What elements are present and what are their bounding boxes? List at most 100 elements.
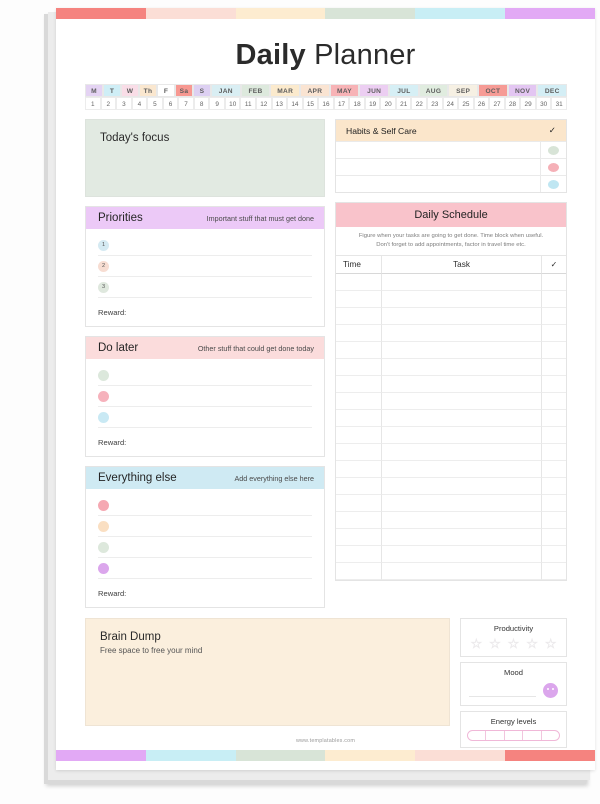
everything-else-row[interactable] bbox=[98, 495, 312, 516]
schedule-cell-task[interactable] bbox=[382, 358, 542, 376]
date-strip-day-s[interactable]: S bbox=[193, 84, 211, 97]
everything-else-row[interactable] bbox=[98, 516, 312, 537]
star-icon[interactable]: ☆ bbox=[470, 637, 482, 651]
schedule-cell-time[interactable] bbox=[336, 494, 382, 512]
schedule-cell-time[interactable] bbox=[336, 409, 382, 427]
do-later-row[interactable] bbox=[98, 386, 312, 407]
do-later-row[interactable] bbox=[98, 407, 312, 428]
schedule-cell-check[interactable] bbox=[542, 478, 566, 495]
star-icon[interactable]: ☆ bbox=[526, 637, 538, 651]
date-strip-month-jun[interactable]: JUN bbox=[359, 84, 390, 97]
schedule-cell-task[interactable] bbox=[382, 562, 542, 580]
date-strip-number-2[interactable]: 2 bbox=[100, 97, 117, 110]
schedule-cell-task[interactable] bbox=[382, 494, 542, 512]
schedule-row[interactable] bbox=[336, 426, 566, 444]
date-strip-month-feb[interactable]: FEB bbox=[240, 84, 271, 97]
date-strip-number-7[interactable]: 7 bbox=[178, 97, 194, 110]
schedule-cell-check[interactable] bbox=[542, 274, 566, 291]
schedule-cell-time[interactable] bbox=[336, 477, 382, 495]
date-strip-day-f[interactable]: F bbox=[157, 84, 175, 97]
date-strip-day-sa[interactable]: Sa bbox=[175, 84, 193, 97]
date-strip-number-14[interactable]: 14 bbox=[287, 97, 303, 110]
date-strip-number-31[interactable]: 31 bbox=[551, 97, 567, 110]
schedule-cell-time[interactable] bbox=[336, 443, 382, 461]
habit-row[interactable] bbox=[336, 158, 566, 175]
schedule-row[interactable] bbox=[336, 392, 566, 410]
schedule-cell-check[interactable] bbox=[542, 342, 566, 359]
schedule-cell-check[interactable] bbox=[542, 444, 566, 461]
schedule-cell-task[interactable] bbox=[382, 460, 542, 478]
schedule-cell-time[interactable] bbox=[336, 375, 382, 393]
schedule-cell-time[interactable] bbox=[336, 273, 382, 291]
date-strip-number-6[interactable]: 6 bbox=[162, 97, 179, 110]
schedule-cell-check[interactable] bbox=[542, 325, 566, 342]
date-strip-number-13[interactable]: 13 bbox=[271, 97, 288, 110]
date-strip-month-mar[interactable]: MAR bbox=[270, 84, 301, 97]
schedule-cell-time[interactable] bbox=[336, 426, 382, 444]
schedule-cell-task[interactable] bbox=[382, 375, 542, 393]
habit-check-cell[interactable] bbox=[540, 176, 566, 192]
date-strip-number-22[interactable]: 22 bbox=[411, 97, 428, 110]
todays-focus-card[interactable]: Today's focus bbox=[85, 119, 325, 197]
date-strip-month-apr[interactable]: APR bbox=[300, 84, 330, 97]
date-strip-number-24[interactable]: 24 bbox=[442, 97, 459, 110]
schedule-cell-check[interactable] bbox=[542, 546, 566, 563]
date-strip-number-16[interactable]: 16 bbox=[318, 97, 334, 110]
date-strip-number-17[interactable]: 17 bbox=[333, 97, 350, 110]
priority-row[interactable]: 1 bbox=[98, 235, 312, 256]
productivity-stars[interactable]: ☆ ☆ ☆ ☆ ☆ bbox=[467, 637, 560, 651]
schedule-row[interactable] bbox=[336, 324, 566, 342]
habit-write-line[interactable] bbox=[336, 142, 540, 158]
date-strip-day-m[interactable]: M bbox=[85, 84, 103, 97]
schedule-cell-task[interactable] bbox=[382, 443, 542, 461]
date-strip-number-30[interactable]: 30 bbox=[535, 97, 552, 110]
schedule-cell-task[interactable] bbox=[382, 426, 542, 444]
schedule-cell-task[interactable] bbox=[382, 324, 542, 342]
schedule-cell-check[interactable] bbox=[542, 359, 566, 376]
date-strip-number-10[interactable]: 10 bbox=[224, 97, 241, 110]
schedule-cell-check[interactable] bbox=[542, 393, 566, 410]
date-strip-number-29[interactable]: 29 bbox=[520, 97, 536, 110]
schedule-cell-check[interactable] bbox=[542, 308, 566, 325]
schedule-cell-check[interactable] bbox=[542, 461, 566, 478]
date-strip-number-20[interactable]: 20 bbox=[380, 97, 396, 110]
schedule-cell-check[interactable] bbox=[542, 512, 566, 529]
star-icon[interactable]: ☆ bbox=[545, 637, 557, 651]
do-later-row[interactable] bbox=[98, 365, 312, 386]
priorities-reward-label[interactable]: Reward: bbox=[86, 300, 324, 326]
date-strip-number-18[interactable]: 18 bbox=[349, 97, 365, 110]
schedule-row[interactable] bbox=[336, 443, 566, 461]
schedule-row[interactable] bbox=[336, 528, 566, 546]
habit-check-cell[interactable] bbox=[540, 159, 566, 175]
schedule-row[interactable] bbox=[336, 307, 566, 325]
habit-row[interactable] bbox=[336, 141, 566, 158]
schedule-cell-check[interactable] bbox=[542, 376, 566, 393]
schedule-cell-task[interactable] bbox=[382, 477, 542, 495]
priority-row[interactable]: 2 bbox=[98, 256, 312, 277]
schedule-cell-task[interactable] bbox=[382, 409, 542, 427]
schedule-cell-check[interactable] bbox=[542, 427, 566, 444]
mood-input-row[interactable] bbox=[467, 681, 560, 699]
habit-row[interactable] bbox=[336, 175, 566, 192]
date-strip-number-15[interactable]: 15 bbox=[302, 97, 319, 110]
schedule-cell-time[interactable] bbox=[336, 528, 382, 546]
schedule-row[interactable] bbox=[336, 460, 566, 478]
schedule-cell-time[interactable] bbox=[336, 511, 382, 529]
date-strip-number-4[interactable]: 4 bbox=[131, 97, 148, 110]
date-strip-day-t[interactable]: T bbox=[103, 84, 121, 97]
do-later-reward-label[interactable]: Reward: bbox=[86, 430, 324, 456]
schedule-cell-time[interactable] bbox=[336, 392, 382, 410]
date-strip-number-9[interactable]: 9 bbox=[209, 97, 225, 110]
date-strip-number-25[interactable]: 25 bbox=[458, 97, 474, 110]
schedule-cell-check[interactable] bbox=[542, 529, 566, 546]
schedule-cell-time[interactable] bbox=[336, 460, 382, 478]
schedule-row[interactable] bbox=[336, 358, 566, 376]
priority-row[interactable]: 3 bbox=[98, 277, 312, 298]
schedule-row[interactable] bbox=[336, 273, 566, 291]
date-strip-month-nov[interactable]: NOV bbox=[507, 84, 538, 97]
habit-write-line[interactable] bbox=[336, 159, 540, 175]
schedule-cell-time[interactable] bbox=[336, 358, 382, 376]
schedule-row[interactable] bbox=[336, 511, 566, 529]
schedule-cell-task[interactable] bbox=[382, 273, 542, 291]
date-strip-number-27[interactable]: 27 bbox=[489, 97, 505, 110]
